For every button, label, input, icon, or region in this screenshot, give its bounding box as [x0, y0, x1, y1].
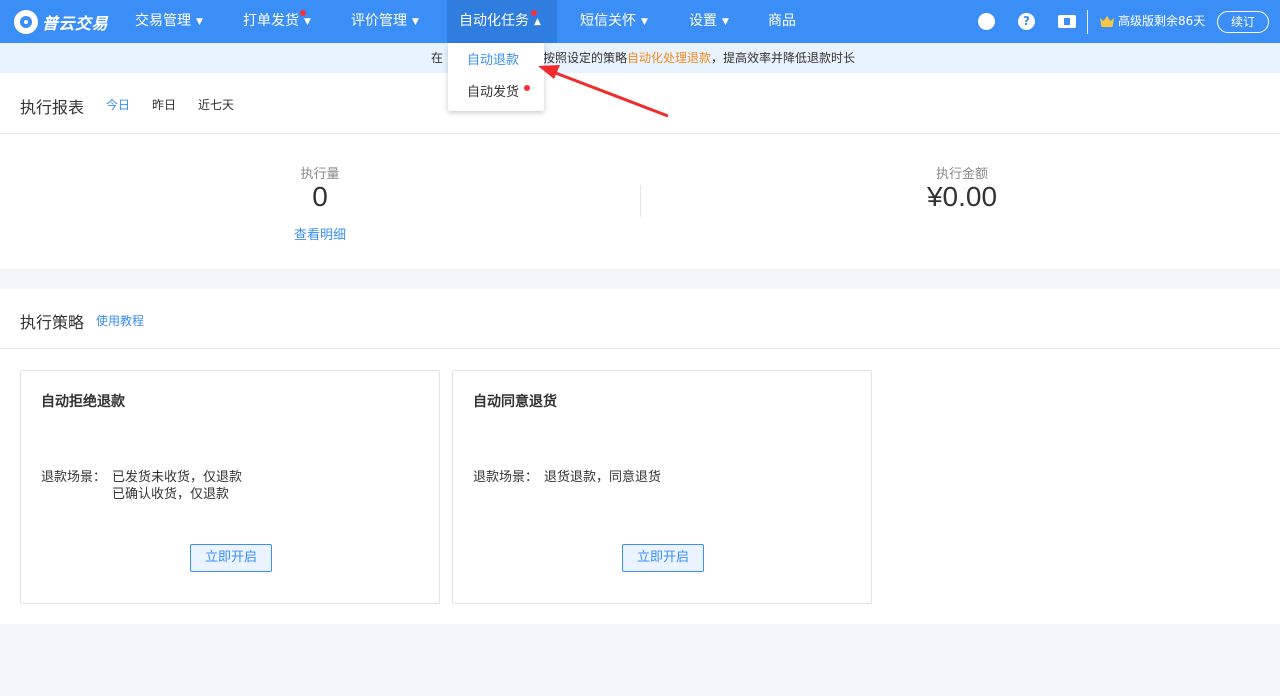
chevron-up-icon: ▲: [534, 17, 541, 27]
ticket-icon[interactable]: [1058, 15, 1076, 28]
nav-automation-tasks[interactable]: 自动化任务 ▲: [447, 0, 557, 43]
enable-now-button[interactable]: 立即开启: [622, 544, 704, 572]
nav-label: 自动化任务: [459, 13, 529, 29]
card-title: 自动同意退货: [473, 394, 557, 410]
scene-line: 已确认收货，仅退款: [112, 487, 230, 502]
chevron-down-icon: ▼: [412, 17, 419, 27]
divider: [1087, 10, 1088, 34]
cloud-icon[interactable]: [978, 13, 995, 30]
nav-label: 打单发货: [243, 13, 299, 29]
top-nav: 普云交易 交易管理 ▼ 打单发货 ▼ 评价管理 ▼ 自动化任务 ▲ 短信关怀 ▼ 设置 ▼ …: [0, 0, 1280, 43]
logo-icon: [14, 10, 38, 34]
menu-item-label: 自动退款: [467, 53, 520, 68]
strategy-panel: 执行策略 使用教程 自动拒绝退款 退款场景： 已发货未收货，仅退款 已确认收货，仅…: [0, 289, 1280, 624]
nav-settings[interactable]: 设置 ▼: [689, 0, 729, 43]
view-details-link[interactable]: 查看明细: [220, 224, 420, 243]
stat-amount-label: 执行金额: [935, 167, 988, 182]
card-title: 自动拒绝退款: [41, 394, 125, 410]
nav-label: 短信关怀: [580, 13, 636, 29]
chevron-down-icon: ▼: [641, 17, 648, 27]
plan-remaining-text: 高级版剩余86天: [1118, 14, 1206, 28]
nav-label: 商品: [768, 13, 796, 29]
strategy-card-auto-agree-return: 自动同意退货 退款场景： 退货退款，同意退货 立即开启: [452, 370, 872, 604]
logo[interactable]: 普云交易: [14, 8, 108, 36]
nav-trade-management[interactable]: 交易管理 ▼: [135, 0, 203, 43]
strategy-title: 执行策略: [20, 313, 85, 332]
help-icon[interactable]: ?: [1018, 13, 1035, 30]
divider: [640, 185, 641, 217]
tutorial-link[interactable]: 使用教程: [96, 312, 144, 329]
logo-text: 普云交易: [42, 14, 109, 33]
nav-sms-care[interactable]: 短信关怀 ▼: [580, 0, 648, 43]
scene-label: 退款场景：: [473, 470, 539, 485]
enable-now-button[interactable]: 立即开启: [190, 544, 272, 572]
nav-label: 交易管理: [135, 13, 191, 29]
red-arrow-annotation: [538, 65, 669, 118]
chevron-down-icon: ▼: [722, 17, 729, 27]
card-scene: 退款场景： 已发货未收货，仅退款 已确认收货，仅退款: [41, 469, 242, 503]
nav-review-management[interactable]: 评价管理 ▼: [351, 0, 419, 43]
crown-icon: [1100, 16, 1114, 27]
tab-yesterday[interactable]: 昨日: [152, 96, 176, 113]
divider: [0, 348, 1280, 349]
notice-suffix: ，提高效率并降低退款时长: [711, 51, 856, 65]
nav-print-ship[interactable]: 打单发货 ▼: [243, 0, 311, 43]
nav-label: 设置: [689, 13, 717, 29]
notification-dot: [531, 10, 537, 16]
scene-label-spacer: [41, 486, 112, 503]
renew-button[interactable]: 续订: [1217, 11, 1269, 33]
strategy-card-auto-reject-refund: 自动拒绝退款 退款场景： 已发货未收货，仅退款 已确认收货，仅退款 立即开启: [20, 370, 440, 604]
tab-today[interactable]: 今日: [106, 96, 130, 113]
nav-products[interactable]: 商品: [768, 0, 796, 43]
scene-line: 已发货未收货，仅退款: [112, 470, 243, 485]
scene-line: 退货退款，同意退货: [544, 470, 662, 485]
report-title: 执行报表: [20, 98, 85, 117]
menu-item-label: 自动发货: [467, 85, 520, 100]
divider: [0, 133, 1280, 134]
notice-prefix: 在: [431, 51, 444, 65]
stat-count-value: 0: [312, 181, 328, 212]
card-scene: 退款场景： 退货退款，同意退货: [473, 469, 661, 486]
stat-count-label: 执行量: [300, 167, 340, 182]
notification-dot: [300, 10, 306, 16]
stat-amount-value: ¥0.00: [926, 181, 998, 212]
chevron-down-icon: ▼: [304, 17, 311, 27]
scene-label: 退款场景：: [41, 470, 107, 485]
chevron-down-icon: ▼: [196, 17, 203, 27]
tab-last-7-days[interactable]: 近七天: [198, 96, 234, 113]
nav-label: 评价管理: [351, 13, 407, 29]
